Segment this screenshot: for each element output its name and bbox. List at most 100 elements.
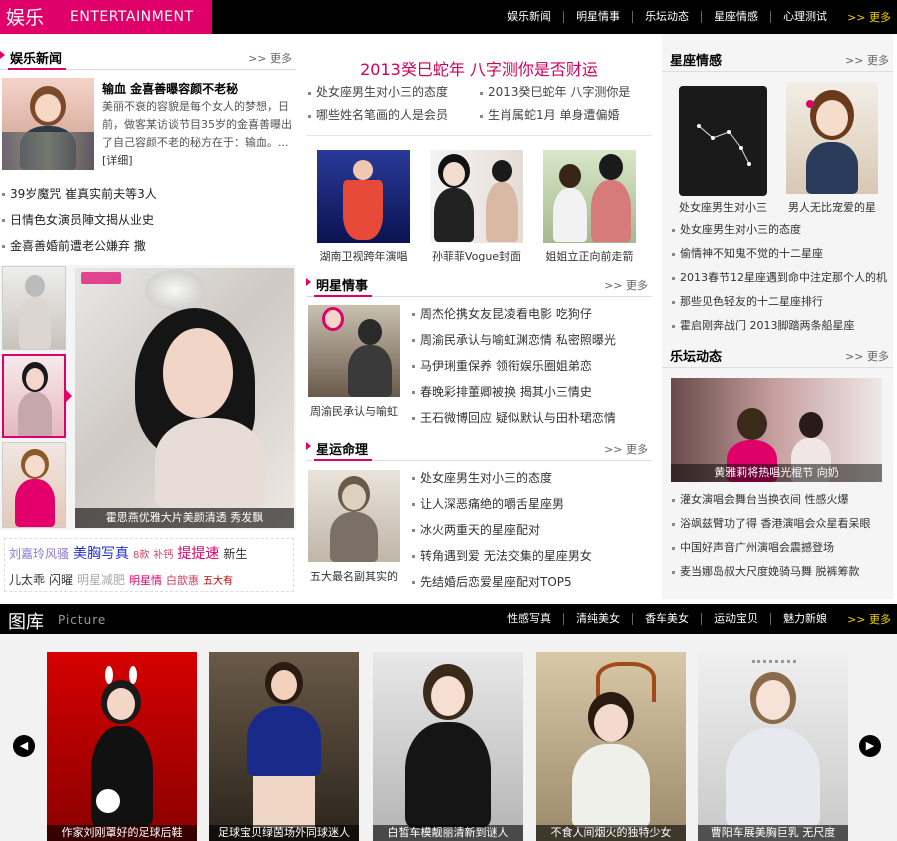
- list-item[interactable]: 周杰伦携女友昆凌看电影 吃狗仔: [410, 301, 654, 327]
- ent-news-more-link[interactable]: >> 更多: [248, 50, 292, 66]
- gallery-card-3[interactable]: 白皙车模靓丽清新到谜人: [373, 652, 523, 841]
- gallery-nav-car[interactable]: 香车美女: [632, 613, 701, 625]
- center-photo-1-caption[interactable]: 湖南卫视跨年演唱: [310, 248, 417, 264]
- center-photo-3-caption[interactable]: 姐姐立正向前走箭: [536, 248, 643, 264]
- gallery-card-1[interactable]: 作家刘刚罩好的足球后鞋: [47, 652, 197, 841]
- center-photo-1[interactable]: [317, 150, 410, 243]
- center-headline[interactable]: 2013癸巳蛇年 八字测你是否财运: [306, 56, 652, 80]
- gallery-card-5[interactable]: 曹阳车展美胸巨乳 无尺度: [698, 652, 848, 841]
- tag-link[interactable]: 儿太乖: [9, 568, 45, 591]
- slide-thumb-1[interactable]: [2, 266, 66, 350]
- featured-detail-link[interactable]: [详细]: [102, 154, 133, 167]
- list-item[interactable]: 转角遇到爱 无法交集的星座男女: [410, 543, 654, 569]
- list-item[interactable]: 处女座男生对小三的态度: [410, 465, 654, 491]
- zodiac-photo-2-caption[interactable]: 男人无比宠爱的星: [782, 199, 882, 215]
- fortune-photo[interactable]: [308, 470, 400, 562]
- fortune-photo-caption[interactable]: 五大最名副其实的: [306, 568, 402, 584]
- fortune-more-link[interactable]: >> 更多: [604, 441, 648, 457]
- slide-main-photo[interactable]: 霍思燕优雅大片美颜清透 秀发飘: [75, 268, 294, 528]
- list-item[interactable]: 日情色女演员陣文揭从业史: [0, 207, 296, 233]
- list-item[interactable]: 处女座男生对小三的态度: [670, 218, 890, 242]
- list-item[interactable]: 偷情神不知鬼不觉的十二星座: [670, 242, 890, 266]
- gallery-nav-sexy[interactable]: 性感写真: [495, 613, 563, 625]
- tag-link[interactable]: 补钙: [153, 544, 173, 568]
- tag-link[interactable]: 闪曜: [49, 568, 73, 591]
- carousel-next-button[interactable]: ▶: [859, 735, 881, 757]
- featured-news-photo[interactable]: [2, 78, 94, 170]
- section-tick-icon: [0, 51, 5, 59]
- list-item[interactable]: 春晚彩排董卿被换 揭其小三情史: [410, 379, 654, 405]
- hot-tags: 刘嘉玲风骚 美胸写真 8款 补钙 提提速 新生儿太乖 闪曜 明星减肥 明星情 白歆惠 五大有: [4, 538, 294, 592]
- zodiac-more-link[interactable]: >> 更多: [845, 52, 889, 68]
- tag-link[interactable]: 明星情: [129, 569, 162, 591]
- tag-link[interactable]: 美胸写真: [73, 542, 129, 566]
- nav-zodiac[interactable]: 星座情感: [701, 11, 770, 23]
- nav-more-link[interactable]: >> 更多: [839, 9, 891, 25]
- gallery-card-2[interactable]: 足球宝贝绿茵场外同球迷人: [209, 652, 359, 841]
- list-item[interactable]: 王石微博回应 疑似默认与田朴珺恋情: [410, 405, 654, 431]
- list-item[interactable]: 中国好声音广州演唱会震撼登场: [670, 536, 890, 560]
- tag-link[interactable]: 白歆惠: [166, 569, 199, 591]
- star-affairs-photo[interactable]: [308, 305, 400, 397]
- channel-logo[interactable]: 娱乐 ENTERTAINMENT: [0, 0, 212, 34]
- list-item[interactable]: 浴飒兹臂功了得 香港演唱会众星看呆眼: [670, 512, 890, 536]
- gallery-card-4[interactable]: 不食人间烟火的独特少女: [536, 652, 686, 841]
- tag-link[interactable]: 提提速: [177, 542, 219, 566]
- tag-link[interactable]: 8款: [133, 544, 149, 568]
- star-affairs-photo-caption[interactable]: 周渝民承认与喻虹: [306, 403, 402, 419]
- list-item[interactable]: 哪些姓名笔画的人是会员: [306, 104, 478, 127]
- list-item[interactable]: 马伊琍重保养 领衔娱乐圈姐弟恋: [410, 353, 654, 379]
- fortune-title[interactable]: 星运命理: [316, 439, 368, 458]
- star-affairs-title[interactable]: 明星情事: [316, 275, 368, 294]
- gallery-nav-pure[interactable]: 清纯美女: [563, 613, 632, 625]
- slide-thumb-2-active[interactable]: [2, 354, 66, 438]
- list-item[interactable]: 2013春节12星座遇到命中注定那个人的机: [670, 266, 890, 290]
- music-more-link[interactable]: >> 更多: [845, 348, 889, 364]
- slide-thumb-3[interactable]: [2, 442, 66, 528]
- zodiac-photo-1[interactable]: [679, 86, 767, 196]
- list-item[interactable]: 生肖属蛇1月 单身遭偏婚: [478, 104, 650, 127]
- featured-news-title[interactable]: 输血 金喜善曝容颜不老秘: [102, 80, 294, 97]
- list-item[interactable]: 先结婚后恋爱星座配对TOP5: [410, 569, 654, 595]
- music-photo[interactable]: 黄雅莉将热唱光棍节 向奶: [671, 378, 882, 482]
- list-item[interactable]: 2013癸巳蛇年 八字测你是: [478, 81, 650, 104]
- carousel-prev-button[interactable]: ◀: [13, 735, 35, 757]
- nav-ent-news[interactable]: 娱乐新闻: [495, 11, 563, 23]
- tag-link[interactable]: 明星减肥: [77, 568, 125, 591]
- center-photo-3[interactable]: [543, 150, 636, 243]
- zodiac-photo-2[interactable]: [786, 82, 878, 194]
- list-item[interactable]: 冰火两重天的星座配对: [410, 517, 654, 543]
- nav-star-affairs[interactable]: 明星情事: [563, 11, 632, 23]
- list-item[interactable]: 灌女演唱会舞台当换衣间 性感火爆: [670, 488, 890, 512]
- gallery-nav-sports[interactable]: 运动宝贝: [701, 613, 770, 625]
- zodiac-photo-1-caption[interactable]: 处女座男生对小三: [672, 199, 774, 215]
- gallery-nav-bride[interactable]: 魅力新娘: [770, 613, 839, 625]
- zodiac-header: 星座情感 >> 更多: [662, 44, 893, 72]
- list-item[interactable]: 金喜善婚前遭老公嫌弃 撒: [0, 233, 296, 259]
- list-item[interactable]: 霍启刚奔战门 2013脚踏两条船星座: [670, 314, 890, 338]
- list-item[interactable]: 那些见色轻友的十二星座排行: [670, 290, 890, 314]
- gallery-nav: 性感写真 清纯美女 香车美女 运动宝贝 魅力新娘 >> 更多: [495, 604, 891, 634]
- star-affairs-more-link[interactable]: >> 更多: [604, 277, 648, 293]
- music-title[interactable]: 乐坛动态: [670, 346, 722, 365]
- gallery-title-cn[interactable]: 图库: [8, 608, 44, 634]
- list-item[interactable]: 让人深恶痛绝的嚼舌星座男: [410, 491, 654, 517]
- nav-psych-test[interactable]: 心理测试: [770, 11, 839, 23]
- tag-link[interactable]: 新生: [223, 542, 247, 566]
- list-item[interactable]: 周渝民承认与喻虹渊恋情 私密照曝光: [410, 327, 654, 353]
- center-photo-2[interactable]: [430, 150, 523, 243]
- list-item[interactable]: 麦当娜岛叔大尺度娩骑马舞 脱裤筹款: [670, 560, 890, 584]
- gallery-more-link[interactable]: >> 更多: [839, 611, 891, 627]
- list-item[interactable]: 处女座男生对小三的态度: [306, 81, 478, 104]
- slide-caption[interactable]: 霍思燕优雅大片美颜清透 秀发飘: [75, 508, 294, 528]
- ent-news-title[interactable]: 娱乐新闻: [10, 48, 62, 67]
- center-photo-2-caption[interactable]: 孙菲菲Vogue封面: [423, 248, 530, 264]
- music-photo-caption[interactable]: 黄雅莉将热唱光棍节 向奶: [671, 464, 882, 482]
- gallery-title-en: Picture: [58, 613, 107, 627]
- zodiac-title[interactable]: 星座情感: [670, 50, 722, 69]
- nav-music[interactable]: 乐坛动态: [632, 11, 701, 23]
- tag-link[interactable]: 刘嘉玲风骚: [9, 542, 69, 566]
- list-item[interactable]: 39岁魔咒 崔真实前夫等3人: [0, 181, 296, 207]
- tag-link[interactable]: 五大有: [203, 570, 233, 591]
- logo-en: ENTERTAINMENT: [70, 9, 194, 25]
